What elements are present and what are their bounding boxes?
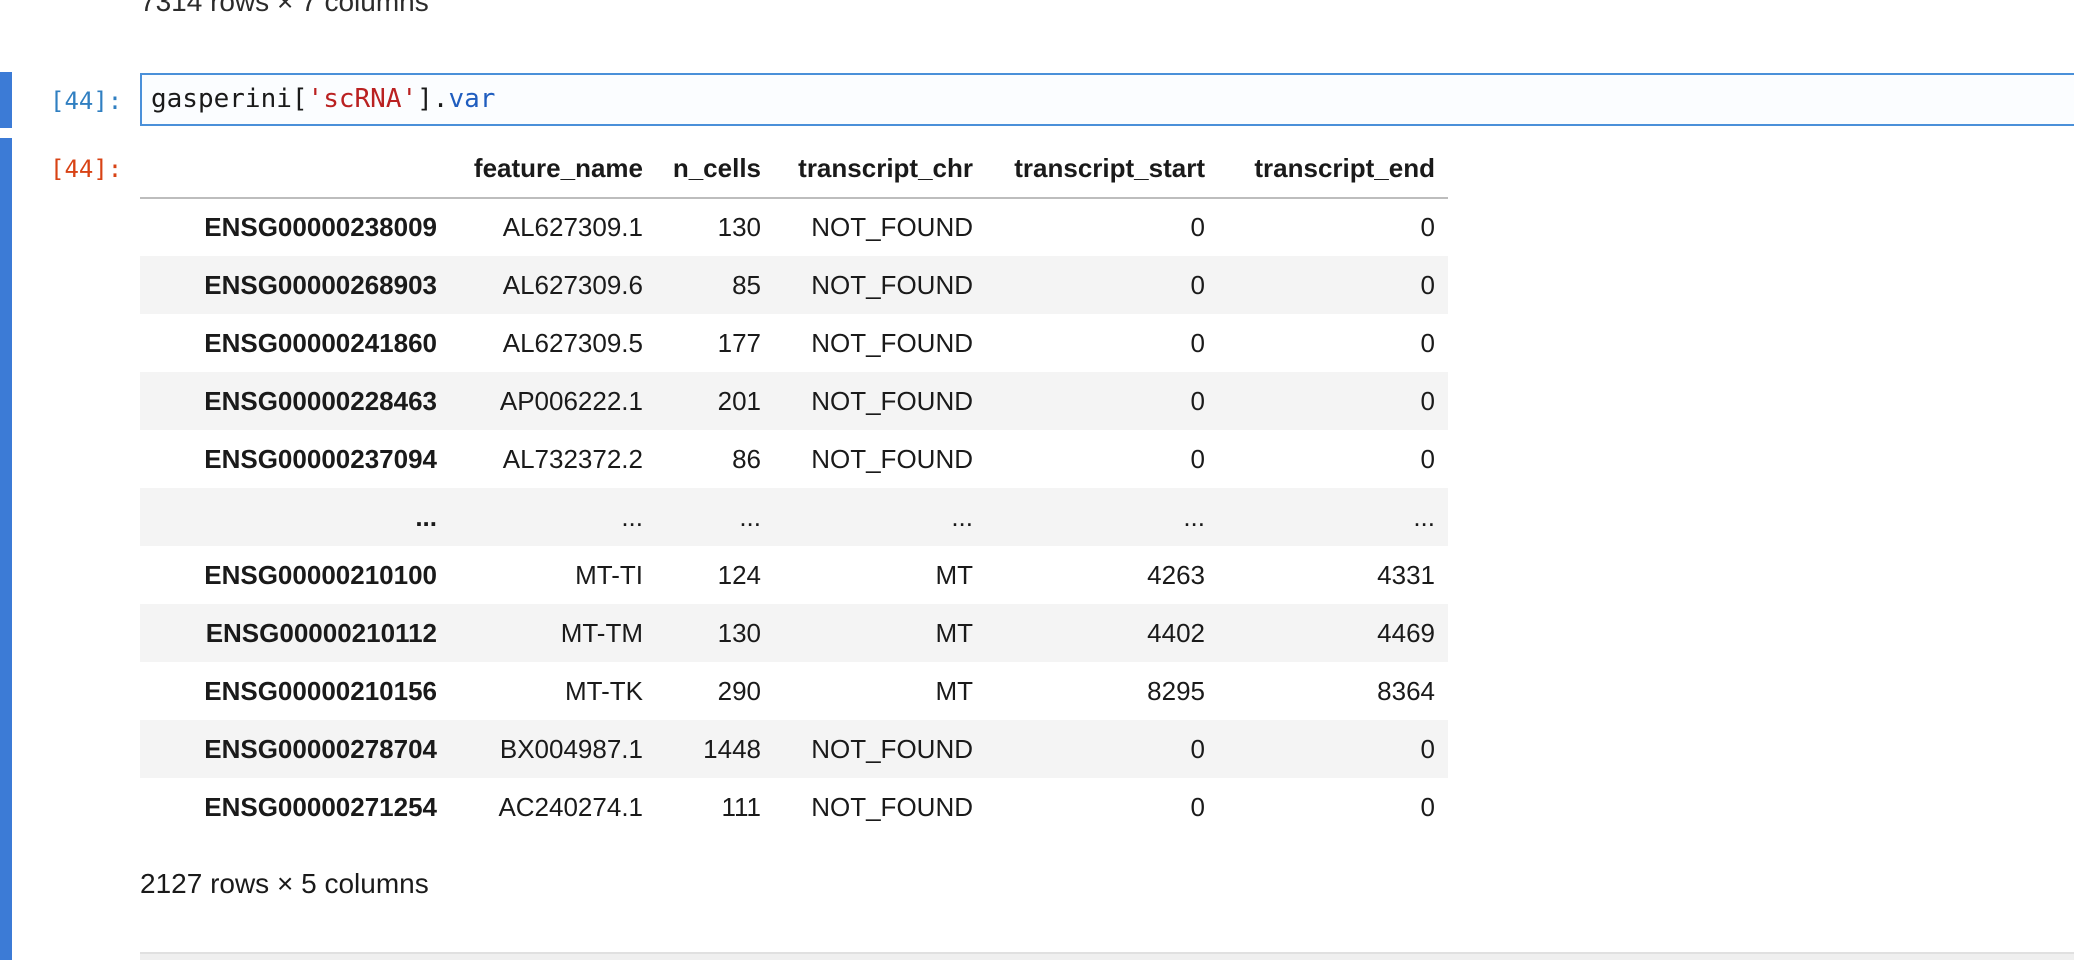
output-cell-collapser[interactable] xyxy=(0,138,12,960)
table-cell: 0 xyxy=(1190,212,1205,242)
table-cell: 4263 xyxy=(1147,559,1205,590)
column-header: transcript_chr xyxy=(774,140,986,199)
table-cell: NOT_FOUND xyxy=(811,212,973,242)
table-cell: MT-TM xyxy=(560,617,643,648)
row-index: ENSG00000210100 xyxy=(204,559,437,590)
table-cell: MT-TI xyxy=(575,559,643,590)
next-cell-divider xyxy=(140,952,2074,960)
table-cell: NOT_FOUND xyxy=(811,269,973,300)
table-header-row: feature_name n_cells transcript_chr tran… xyxy=(140,140,1448,199)
table-row: ENSG00000210112 MT-TM 130 MT 4402 4469 xyxy=(140,604,1448,662)
table-cell: 124 xyxy=(717,559,761,590)
table-cell: 0 xyxy=(1190,269,1205,300)
input-cell-collapser[interactable] xyxy=(0,72,12,128)
input-prompt: [44]: xyxy=(50,87,123,115)
code-bracket-dot: ]. xyxy=(417,84,449,114)
table-cell: 201 xyxy=(717,385,761,416)
row-index: ENSG00000268903 xyxy=(204,269,437,300)
table-row-ellipsis: ... ... ... ... ... ... xyxy=(140,488,1448,546)
table-cell: 0 xyxy=(1190,327,1205,358)
table-cell: NOT_FOUND xyxy=(811,385,973,416)
index-header xyxy=(140,140,450,199)
table-cell: 0 xyxy=(1420,327,1435,358)
code-line[interactable]: gasperini['scRNA'].var xyxy=(151,84,495,114)
table-cell: ... xyxy=(951,501,973,532)
table-cell: 130 xyxy=(717,617,761,648)
table-cell: NOT_FOUND xyxy=(811,791,973,822)
table-row: ENSG00000268903 AL627309.6 85 NOT_FOUND … xyxy=(140,256,1448,314)
table-cell: 290 xyxy=(717,675,761,706)
table-cell: 0 xyxy=(1190,385,1205,416)
column-header: feature_name xyxy=(450,140,656,199)
row-index: ENSG00000241860 xyxy=(204,327,437,358)
table-cell: AL627309.6 xyxy=(502,269,643,300)
table-cell: 1448 xyxy=(703,733,761,764)
row-index: ENSG00000210156 xyxy=(204,675,437,706)
table-cell: NOT_FOUND xyxy=(811,443,973,474)
table-cell: 8364 xyxy=(1377,675,1435,706)
table-cell: 0 xyxy=(1420,791,1435,822)
table-cell: 111 xyxy=(721,791,761,822)
table-row: ENSG00000241860 AL627309.5 177 NOT_FOUND… xyxy=(140,314,1448,372)
table-row: ENSG00000278704 BX004987.1 1448 NOT_FOUN… xyxy=(140,720,1448,778)
table-cell: 0 xyxy=(1190,733,1205,764)
code-attribute: var xyxy=(448,84,496,114)
code-editor[interactable]: gasperini['scRNA'].var xyxy=(140,73,2074,126)
table-cell: 130 xyxy=(717,212,761,242)
table-cell: 4331 xyxy=(1377,559,1435,590)
table-cell: 4402 xyxy=(1147,617,1205,648)
table-cell: AP006222.1 xyxy=(499,385,643,416)
column-header: n_cells xyxy=(656,140,774,199)
table-cell: MT xyxy=(935,675,973,706)
dataframe-shape: 2127 rows × 5 columns xyxy=(140,868,429,899)
row-index: ENSG00000237094 xyxy=(204,443,437,474)
table-row: ENSG00000210156 MT-TK 290 MT 8295 8364 xyxy=(140,662,1448,720)
table-cell: 0 xyxy=(1190,443,1205,474)
column-header: transcript_start xyxy=(986,140,1218,199)
table-cell: NOT_FOUND xyxy=(811,733,973,764)
table-cell: 8295 xyxy=(1147,675,1205,706)
table-row: ENSG00000271254 AC240274.1 111 NOT_FOUND… xyxy=(140,778,1448,836)
table-cell: ... xyxy=(621,501,643,532)
table-cell: AC240274.1 xyxy=(498,791,643,822)
table-cell: 0 xyxy=(1420,212,1435,242)
table-cell: 0 xyxy=(1420,385,1435,416)
table-row: ENSG00000238009 AL627309.1 130 NOT_FOUND… xyxy=(140,198,1448,256)
table-row: ENSG00000228463 AP006222.1 201 NOT_FOUND… xyxy=(140,372,1448,430)
table-cell: 0 xyxy=(1420,733,1435,764)
table-cell: 0 xyxy=(1420,443,1435,474)
table-row: ENSG00000210100 MT-TI 124 MT 4263 4331 xyxy=(140,546,1448,604)
table-cell: NOT_FOUND xyxy=(811,327,973,358)
row-index: ... xyxy=(415,501,437,532)
table-cell: MT xyxy=(935,559,973,590)
row-index: ENSG00000278704 xyxy=(204,733,437,764)
previous-dataframe-shape: 7314 rows × 7 columns xyxy=(140,0,429,17)
table-cell: AL627309.1 xyxy=(502,212,643,242)
row-index: ENSG00000271254 xyxy=(204,791,437,822)
table-cell: ... xyxy=(739,501,761,532)
table-cell: MT xyxy=(935,617,973,648)
table-cell: ... xyxy=(1183,501,1205,532)
row-index: ENSG00000238009 xyxy=(204,212,437,242)
table-cell: 0 xyxy=(1190,791,1205,822)
code-object: gasperini[ xyxy=(151,84,308,114)
table-row: ENSG00000237094 AL732372.2 86 NOT_FOUND … xyxy=(140,430,1448,488)
table-cell: ... xyxy=(1413,501,1435,532)
table-cell: 4469 xyxy=(1377,617,1435,648)
row-index: ENSG00000210112 xyxy=(205,617,437,648)
row-index: ENSG00000228463 xyxy=(204,385,437,416)
table-cell: BX004987.1 xyxy=(499,733,643,764)
code-string-key: 'scRNA' xyxy=(307,84,418,114)
table-cell: 0 xyxy=(1420,269,1435,300)
table-cell: AL732372.2 xyxy=(502,443,643,474)
dataframe-table: feature_name n_cells transcript_chr tran… xyxy=(140,140,1448,836)
column-header: transcript_end xyxy=(1218,140,1448,199)
output-prompt: [44]: xyxy=(50,155,123,183)
table-cell: 177 xyxy=(717,327,761,358)
table-cell: 85 xyxy=(732,269,761,300)
table-cell: 86 xyxy=(732,443,761,474)
table-cell: AL627309.5 xyxy=(502,327,643,358)
table-cell: MT-TK xyxy=(565,675,643,706)
